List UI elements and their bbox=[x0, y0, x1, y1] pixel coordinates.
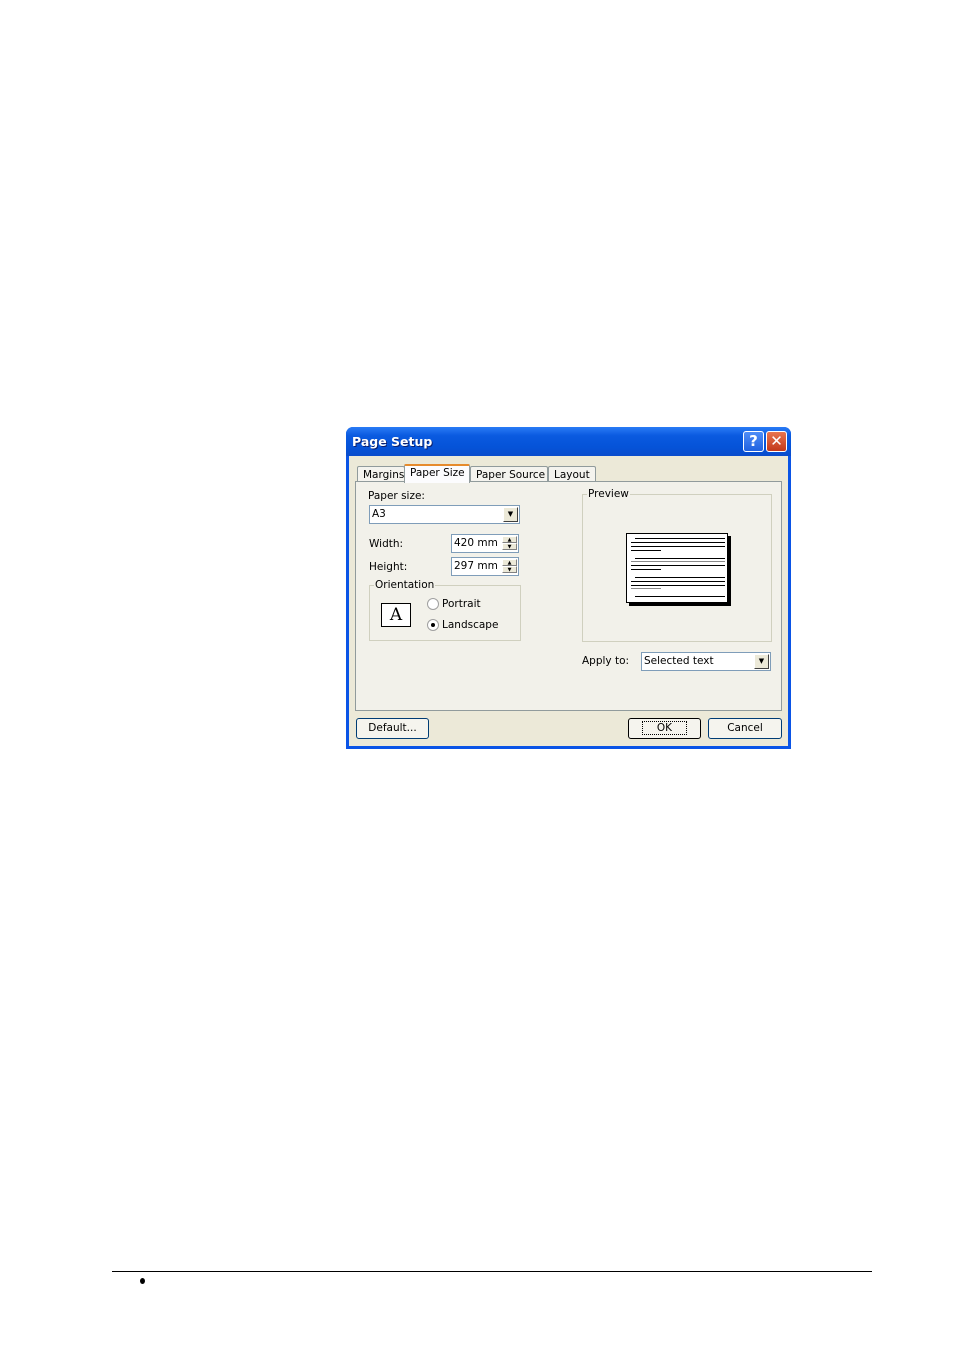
portrait-label[interactable]: Portrait bbox=[442, 598, 481, 610]
footer-bullet bbox=[140, 1278, 145, 1284]
paper-size-label: Paper size: bbox=[368, 490, 425, 502]
preview-group: Preview bbox=[582, 488, 772, 642]
orientation-page-icon: A bbox=[381, 603, 411, 627]
height-input[interactable]: 297 mm ▲ ▼ bbox=[451, 557, 519, 576]
dialog-title: Page Setup bbox=[352, 434, 433, 449]
chevron-down-icon[interactable]: ▼ bbox=[754, 654, 769, 669]
apply-to-label: Apply to: bbox=[582, 655, 630, 667]
spin-down-icon[interactable]: ▼ bbox=[502, 566, 517, 573]
tab-margins[interactable]: Margins bbox=[357, 466, 405, 482]
width-label: Width: bbox=[369, 538, 404, 550]
dialog-client: Margins Paper Size Paper Source Layout P… bbox=[349, 456, 788, 746]
title-bar[interactable]: Page Setup ? ✕ bbox=[346, 427, 791, 456]
close-button[interactable]: ✕ bbox=[766, 431, 787, 452]
tab-paper-size[interactable]: Paper Size bbox=[404, 464, 470, 483]
height-label: Height: bbox=[369, 561, 408, 573]
apply-to-select[interactable]: Selected text ▼ bbox=[641, 652, 771, 671]
close-icon: ✕ bbox=[770, 432, 783, 450]
page-setup-dialog: Page Setup ? ✕ Margins Paper Size Paper … bbox=[346, 427, 791, 749]
paper-size-value: A3 bbox=[372, 508, 386, 520]
landscape-radio[interactable] bbox=[427, 619, 439, 631]
height-stepper[interactable]: ▲ ▼ bbox=[502, 559, 517, 574]
cancel-button[interactable]: Cancel bbox=[708, 718, 782, 739]
width-value: 420 mm bbox=[454, 537, 498, 549]
footer-rule bbox=[112, 1271, 872, 1272]
paper-size-tab-page: Paper size: A3 ▼ Width: 420 mm ▲ ▼ Heigh… bbox=[355, 481, 782, 711]
spin-up-icon[interactable]: ▲ bbox=[502, 536, 517, 543]
preview-page-image bbox=[626, 533, 728, 603]
tab-layout[interactable]: Layout bbox=[548, 466, 596, 482]
ok-button[interactable]: OK bbox=[628, 718, 701, 739]
spin-down-icon[interactable]: ▼ bbox=[502, 543, 517, 550]
help-button[interactable]: ? bbox=[743, 431, 764, 452]
spin-up-icon[interactable]: ▲ bbox=[502, 559, 517, 566]
help-icon: ? bbox=[749, 432, 758, 450]
width-input[interactable]: 420 mm ▲ ▼ bbox=[451, 534, 519, 553]
height-value: 297 mm bbox=[454, 560, 498, 572]
landscape-label[interactable]: Landscape bbox=[442, 619, 498, 631]
tab-paper-source[interactable]: Paper Source bbox=[470, 466, 548, 482]
portrait-radio[interactable] bbox=[427, 598, 439, 610]
preview-legend: Preview bbox=[587, 488, 630, 500]
orientation-group: Orientation A Portrait Landscape bbox=[369, 579, 521, 641]
apply-to-value: Selected text bbox=[644, 655, 714, 667]
width-stepper[interactable]: ▲ ▼ bbox=[502, 536, 517, 551]
orientation-legend: Orientation bbox=[374, 579, 436, 591]
paper-size-select[interactable]: A3 ▼ bbox=[369, 505, 520, 524]
default-button[interactable]: Default... bbox=[356, 718, 429, 739]
chevron-down-icon[interactable]: ▼ bbox=[503, 507, 518, 522]
ok-label: OK bbox=[641, 721, 688, 735]
